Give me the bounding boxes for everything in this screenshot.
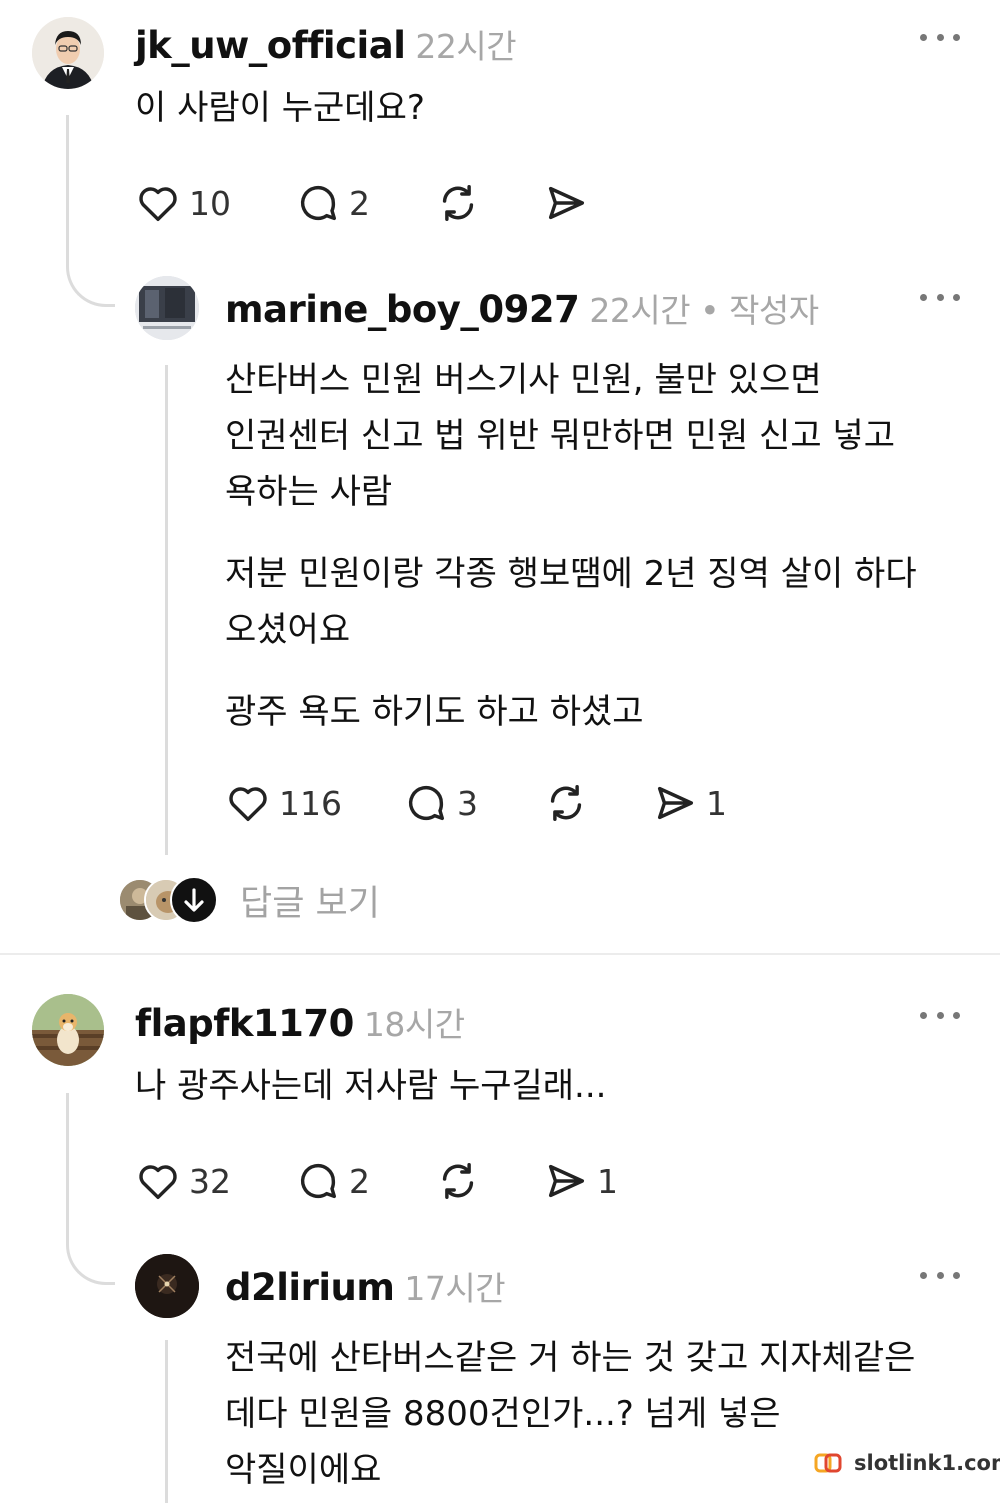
reply-count: 3 (457, 783, 478, 823)
text-line: 산타버스 민원 버스기사 민원, 불만 있으면 (225, 360, 822, 400)
comment-icon (300, 1163, 337, 1199)
reply-count: 2 (349, 1161, 370, 1201)
avatar[interactable] (32, 994, 104, 1066)
view-replies-link[interactable]: 답글 보기 (240, 875, 380, 926)
watermark-logo-icon (814, 1453, 842, 1473)
reply-button[interactable]: 2 (295, 178, 370, 228)
repost-button[interactable] (543, 778, 589, 828)
username[interactable]: jk_uw_official (135, 24, 406, 67)
like-button[interactable]: 32 (135, 1156, 231, 1206)
more-icon[interactable] (920, 290, 960, 304)
like-button[interactable]: 10 (135, 178, 231, 228)
divider (0, 953, 1000, 955)
text-line: 광주 욕도 하기도 하고 하셨고 (225, 692, 644, 732)
comment-actions: 10 2 (135, 178, 615, 228)
share-button[interactable]: 1 (652, 778, 727, 828)
more-icon[interactable] (920, 30, 960, 44)
thread-line (165, 1340, 168, 1503)
repost-icon (442, 1162, 474, 1200)
timestamp: 22시간 (415, 27, 517, 66)
reply-count: 2 (349, 183, 370, 223)
comment-header: flapfk1170 18시간 (135, 998, 465, 1046)
like-count: 32 (189, 1161, 231, 1201)
text-line: 전국에 산타버스같은 거 하는 것 갖고 지자체같은 (225, 1338, 916, 1378)
repost-button[interactable] (435, 1156, 481, 1206)
text-line: 오셨어요 (225, 610, 351, 650)
share-button[interactable]: 1 (543, 1156, 618, 1206)
repost-icon (550, 784, 582, 822)
author-badge: • 작성자 (700, 291, 819, 330)
thread-line (165, 365, 168, 855)
text-line: 인권센터 신고 법 위반 뭐만하면 민원 신고 넣고 (225, 416, 895, 456)
more-icon[interactable] (920, 1268, 960, 1282)
watermark-text: slotlink1.com (854, 1451, 1000, 1475)
timestamp: 17시간 (404, 1269, 506, 1308)
share-count: 1 (597, 1161, 618, 1201)
arrow-down-icon (170, 876, 218, 924)
text-line: 욕하는 사람 (225, 472, 393, 512)
heart-icon (139, 187, 177, 222)
like-count: 10 (189, 183, 231, 223)
heart-icon (229, 787, 267, 822)
thread-connector (66, 240, 115, 307)
watermark: slotlink1.com (808, 1448, 1000, 1478)
share-icon (657, 786, 694, 820)
comment-text: 나 광주사는데 저사람 누구길래... (135, 1066, 607, 1106)
comment-icon (408, 785, 445, 821)
comment-icon (300, 185, 337, 221)
repost-icon (442, 184, 474, 222)
username[interactable]: marine_boy_0927 (225, 288, 580, 331)
comment-actions: 32 2 1 (135, 1156, 635, 1206)
like-button[interactable]: 116 (225, 778, 342, 828)
comment-text: 이 사람이 누군데요? (135, 88, 425, 128)
share-icon (548, 1164, 585, 1198)
comment-header: d2lirium 17시간 (225, 1262, 506, 1310)
timestamp: 18시간 (363, 1005, 465, 1044)
comment-header: marine_boy_0927 22시간 • 작성자 (225, 284, 819, 332)
reply-button[interactable]: 3 (403, 778, 478, 828)
like-count: 116 (279, 783, 342, 823)
reply-button[interactable]: 2 (295, 1156, 370, 1206)
thread-connector (66, 1218, 115, 1285)
more-icon[interactable] (920, 1008, 960, 1022)
username[interactable]: d2lirium (225, 1266, 395, 1309)
comment-text: 산타버스 민원 버스기사 민원, 불만 있으면 인권센터 신고 법 위반 뭐만하… (225, 352, 917, 766)
timestamp: 22시간 (589, 291, 691, 330)
share-count: 1 (706, 783, 727, 823)
heart-icon (139, 1165, 177, 1200)
comment-actions: 116 3 1 (225, 778, 745, 828)
share-button[interactable] (543, 178, 589, 228)
text-line: 데다 민원을 8800건인가...? 넘게 넣은 (225, 1394, 781, 1434)
repost-button[interactable] (435, 178, 481, 228)
avatar[interactable] (135, 1254, 199, 1318)
text-line: 저분 민원이랑 각종 행보땜에 2년 징역 살이 하다 (225, 554, 917, 594)
comment-header: jk_uw_official 22시간 (135, 20, 517, 68)
share-icon (548, 186, 585, 220)
avatar[interactable] (135, 276, 199, 340)
username[interactable]: flapfk1170 (135, 1002, 354, 1045)
avatar[interactable] (32, 17, 104, 89)
view-replies-avatars[interactable] (118, 876, 218, 924)
